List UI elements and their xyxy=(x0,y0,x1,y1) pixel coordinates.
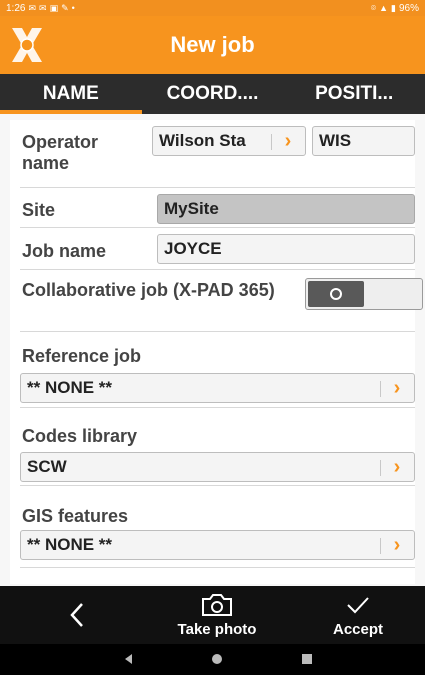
edit-icon: ✎ xyxy=(61,3,69,13)
location-icon: ⌾ xyxy=(370,3,377,13)
reference-job-label: Reference job xyxy=(22,346,142,366)
signal-icon: ▲ xyxy=(379,3,389,13)
gis-features-value: ** NONE ** xyxy=(27,535,113,554)
site-label: Site xyxy=(22,200,56,220)
operator-name-value: Wilson Sta xyxy=(159,131,246,150)
take-photo-label: Take photo xyxy=(177,620,257,638)
tab-name[interactable]: NAME xyxy=(0,74,142,114)
battery-icon: ▮ xyxy=(391,3,396,13)
chevron-right-icon[interactable]: › xyxy=(380,531,414,559)
site-row: Site MySite xyxy=(20,188,415,228)
take-photo-button[interactable]: Take photo xyxy=(162,586,272,644)
back-button[interactable] xyxy=(52,586,102,644)
tab-bar: NAME COORD.... POSITI... xyxy=(0,74,425,114)
gis-features-row: GIS features ** NONE ** › xyxy=(20,486,415,568)
job-name-input[interactable]: JOYCE xyxy=(157,234,415,264)
reference-job-selector[interactable]: ** NONE ** › xyxy=(20,373,415,403)
operator-code-field[interactable]: WIS xyxy=(312,126,415,156)
camera-icon xyxy=(202,593,232,616)
site-value: MySite xyxy=(164,199,219,218)
tab-coordinates[interactable]: COORD.... xyxy=(142,74,284,114)
accept-label: Accept xyxy=(332,620,384,638)
bottom-action-bar: Take photo Accept xyxy=(0,586,425,644)
status-bar: 1:26 ✉ ✉ ▣ ✎ • ⌾ ▲ ▮ 96% xyxy=(0,0,425,16)
gis-features-selector[interactable]: ** NONE ** › xyxy=(20,530,415,560)
nav-home-icon[interactable] xyxy=(210,652,224,666)
toggle-ring-icon xyxy=(330,288,342,300)
codes-library-row: Codes library SCW › xyxy=(20,408,415,486)
page-title: New job xyxy=(170,32,255,57)
app-header: New job xyxy=(0,16,425,74)
tab-position[interactable]: POSITI... xyxy=(283,74,425,114)
job-name-row: Job name JOYCE xyxy=(20,228,415,270)
chevron-right-icon[interactable]: › xyxy=(380,374,414,402)
collaborative-label: Collaborative job (X-PAD 365) xyxy=(22,280,275,300)
toggle-knob xyxy=(308,281,364,307)
codes-library-value: SCW xyxy=(27,457,67,476)
nav-recents-icon[interactable] xyxy=(300,652,314,666)
site-field: MySite xyxy=(157,194,415,224)
accept-button[interactable]: Accept xyxy=(318,586,398,644)
collaborative-toggle[interactable] xyxy=(305,278,423,310)
job-form: Operator name Wilson Sta › WIS Site MySi… xyxy=(10,120,423,584)
nav-back-icon[interactable] xyxy=(122,652,136,666)
job-name-value: JOYCE xyxy=(164,239,222,258)
operator-code-value: WIS xyxy=(319,131,352,150)
gallery-icon: ▣ xyxy=(49,3,59,13)
reference-job-row: Reference job ** NONE ** › xyxy=(20,332,415,408)
operator-label: Operator name xyxy=(22,132,99,173)
gis-features-label: GIS features xyxy=(22,506,129,526)
status-time: 1:26 xyxy=(6,2,26,14)
job-name-label: Job name xyxy=(22,241,107,261)
reference-job-value: ** NONE ** xyxy=(27,378,113,397)
status-left: 1:26 ✉ ✉ ▣ ✎ • xyxy=(6,3,75,14)
mail-icon: ✉ xyxy=(39,3,47,13)
operator-row: Operator name Wilson Sta › WIS xyxy=(20,120,415,188)
notification-icon: ✉ xyxy=(28,3,37,13)
codes-library-selector[interactable]: SCW › xyxy=(20,452,415,482)
chevron-right-icon[interactable]: › xyxy=(380,453,414,481)
battery-level: 96% xyxy=(398,2,419,14)
dot-icon: • xyxy=(71,3,75,13)
collaborative-row: Collaborative job (X-PAD 365) xyxy=(20,270,423,332)
chevron-left-icon xyxy=(70,603,83,627)
app-logo-icon[interactable] xyxy=(10,26,44,64)
codes-library-label: Codes library xyxy=(22,426,138,446)
operator-name-field[interactable]: Wilson Sta › xyxy=(152,126,306,156)
chevron-right-icon[interactable]: › xyxy=(271,127,305,155)
status-right: ⌾ ▲ ▮ 96% xyxy=(371,3,419,14)
check-icon xyxy=(347,596,369,613)
system-nav-bar xyxy=(0,644,425,675)
